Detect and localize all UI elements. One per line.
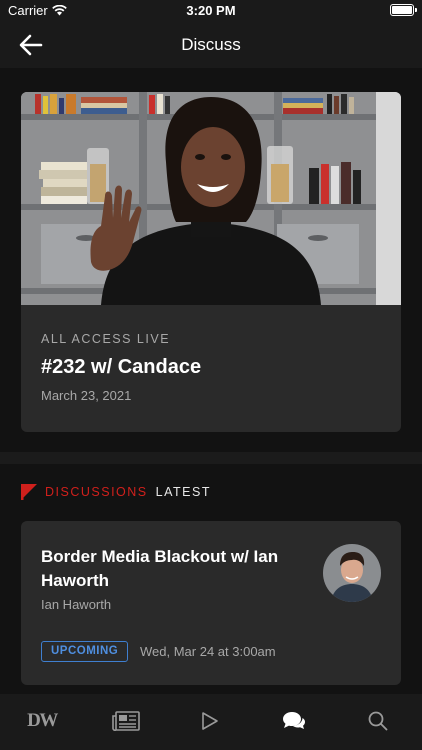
avatar [323, 544, 381, 602]
episode-title: #232 w/ Candace [41, 356, 202, 378]
red-flag-icon [21, 484, 37, 500]
discussion-card[interactable]: Border Media Blackout w/ Ian Haworth Ian… [21, 521, 401, 685]
discussions-label: DISCUSSIONS [45, 485, 148, 499]
episode-category: ALL ACCESS LIVE [41, 332, 171, 346]
chat-bubbles-icon [283, 712, 305, 729]
search-icon [368, 711, 388, 731]
section-divider [0, 452, 422, 464]
status-bar: Carrier 3:20 PM [0, 0, 422, 22]
latest-label[interactable]: LATEST [156, 485, 211, 499]
tab-search[interactable] [363, 709, 393, 733]
play-icon [202, 712, 218, 730]
status-time: 3:20 PM [186, 3, 236, 18]
episode-thumbnail [21, 92, 401, 305]
status-badge: UPCOMING [41, 641, 129, 662]
dw-logo-icon: DW [27, 710, 58, 731]
page-title: Discuss [181, 35, 241, 54]
discussions-header: DISCUSSIONS LATEST [21, 484, 211, 500]
tab-home[interactable]: DW [27, 709, 58, 733]
episode-date: March 23, 2021 [41, 388, 132, 403]
tab-news[interactable] [111, 709, 141, 733]
tab-discuss[interactable] [279, 709, 309, 733]
tab-bar: DW [0, 694, 422, 750]
discussion-datetime: Wed, Mar 24 at 3:00am [140, 644, 276, 659]
battery-icon [390, 4, 417, 16]
tab-watch[interactable] [195, 709, 225, 733]
newspaper-icon [112, 711, 140, 731]
discussion-title: Border Media Blackout w/ Ian Haworth [41, 547, 279, 590]
featured-episode-card[interactable]: ALL ACCESS LIVE #232 w/ Candace March 23… [21, 92, 401, 432]
nav-bar: Discuss [0, 22, 422, 68]
discussion-author: Ian Haworth [41, 597, 112, 612]
